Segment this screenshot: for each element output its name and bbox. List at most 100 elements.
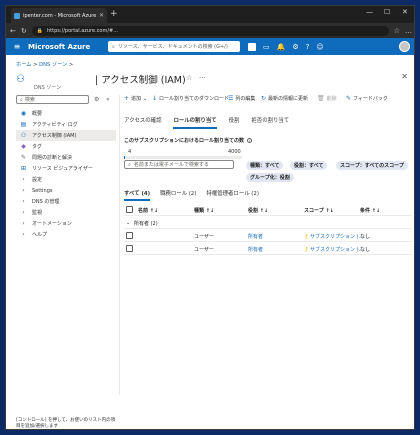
new-tab-icon[interactable]: + <box>110 9 118 19</box>
delete-button[interactable]: 🗑 削除 <box>317 95 337 102</box>
feedback-header-icon[interactable]: ☺ <box>316 43 323 51</box>
column-name[interactable]: 名前 ↑↓ <box>138 207 158 214</box>
sidebar-item-tags[interactable]: ◆ タグ <box>16 141 116 152</box>
filter-type-pill[interactable]: 種類：すべて <box>246 161 284 170</box>
cell-role-link[interactable]: 所有者 <box>248 246 263 253</box>
result-tab-job-roles[interactable]: 職務ロール (2) <box>160 189 196 201</box>
sidebar-group-automation[interactable]: › オートメーション <box>16 218 116 229</box>
key-icon: ⚷ <box>304 233 309 240</box>
avatar[interactable] <box>399 41 410 52</box>
refresh-icon: ↻ <box>261 95 267 102</box>
column-scope[interactable]: スコープ ↑↓ <box>304 207 334 214</box>
iam-icon: ⚇ <box>20 132 27 139</box>
settings-gear-icon[interactable]: ⚙ <box>94 96 99 103</box>
notifications-icon[interactable]: 🔔 <box>277 43 286 51</box>
browser-tab-title: ipenter.com - Microsoft Azure <box>23 12 96 19</box>
chevron-right-icon: › <box>22 209 25 216</box>
sidebar-item-activity-log[interactable]: ▤ アクティビティ ログ <box>16 119 116 130</box>
help-icon[interactable]: ? <box>306 43 310 51</box>
breadcrumb-home[interactable]: ホーム <box>16 62 31 68</box>
columns-icon: ☰ <box>228 95 234 102</box>
table-row[interactable]: ユーザー 所有者 ⚷ サブスクリプション (… なし <box>124 242 412 255</box>
page-subtitle: DNS ゾーン <box>34 85 62 91</box>
browser-menu-icon[interactable]: … <box>405 27 412 35</box>
table-row[interactable]: ユーザー 所有者 ⚷ サブスクリプション (… なし <box>124 229 412 242</box>
sidebar-item-visualizer[interactable]: ⊞ リソース ビジュアライザー <box>16 163 116 174</box>
global-search-placeholder: リソース、サービス、ドキュメントの検索 (G+/) <box>117 44 228 50</box>
breadcrumb: ホーム > DNS ゾーン > <box>16 62 74 68</box>
sidebar-group-help[interactable]: › ヘルプ <box>16 229 116 240</box>
tab-role-assignments[interactable]: ロールの割り当て <box>173 116 217 129</box>
iam-content: + 追加 ⌄ ↓ ロール割り当てのダウンロード ☰ 列の編集 ↻ 最新の情報に更新 🗑 削除… <box>124 95 412 395</box>
back-icon[interactable]: ← <box>10 27 16 35</box>
browser-tab[interactable]: ipenter.com - Microsoft Azure ✕ <box>11 8 107 23</box>
filter-role-pill[interactable]: 役割：すべて <box>290 161 328 170</box>
add-button[interactable]: + 追加 ⌄ <box>124 95 147 102</box>
cell-role-link[interactable]: 所有者 <box>248 233 263 240</box>
sidebar-group-dns-management[interactable]: › DNS の管理 <box>16 196 116 207</box>
chevron-right-icon: › <box>22 231 25 238</box>
minimize-icon[interactable]: — <box>366 8 373 16</box>
sidebar-group-settings-ja[interactable]: › 設定 <box>16 174 116 185</box>
sidebar-group-monitoring[interactable]: › 監視 <box>16 207 116 218</box>
menu-search-input[interactable]: ⌕ 検索 <box>16 95 89 104</box>
azure-brand[interactable]: Microsoft Azure <box>28 43 108 51</box>
blade-header: ⚇ | アクセス制御 (IAM) DNS ゾーン ☆ ··· ✕ <box>16 72 408 94</box>
portal-menu-icon[interactable]: ≡ <box>6 42 28 51</box>
settings-icon[interactable]: ⚙ <box>292 43 298 51</box>
assignment-limit-bar <box>124 156 242 159</box>
collapse-menu-icon[interactable]: « <box>106 96 110 103</box>
filter-scope-pill[interactable]: スコープ：すべてのスコープ <box>336 161 408 170</box>
close-window-icon[interactable]: ✕ <box>402 8 408 16</box>
sort-icon: ↑↓ <box>149 208 159 214</box>
url-field[interactable]: 🔒 https://portal.azure.com/#... <box>31 25 389 36</box>
close-tab-icon[interactable]: ✕ <box>99 12 104 19</box>
lock-icon: 🔒 <box>36 27 43 34</box>
row-checkbox[interactable] <box>126 232 133 239</box>
column-role[interactable]: 役割 ↑↓ <box>248 207 268 214</box>
tab-check-access[interactable]: アクセスの確認 <box>124 116 161 129</box>
iam-users-icon: ⚇ <box>16 74 25 85</box>
assignment-count: 4 <box>128 149 132 155</box>
row-checkbox[interactable] <box>126 245 133 252</box>
refresh-icon[interactable]: ↻ <box>21 27 27 35</box>
cell-scope: ⚷ サブスクリプション (… <box>304 233 364 240</box>
result-tab-all[interactable]: すべて (4) <box>124 189 151 201</box>
group-by-pill[interactable]: グループ化：役割 <box>246 173 294 182</box>
favorites-icon[interactable]: ☆ <box>394 27 400 35</box>
close-blade-icon[interactable]: ✕ <box>401 72 408 81</box>
search-icon: ⌕ <box>128 161 131 168</box>
visualizer-icon: ⊞ <box>20 165 27 172</box>
chevron-down-icon: ⌄ <box>143 95 148 102</box>
result-tab-privileged-roles[interactable]: 特権管理者ロール (2) <box>206 189 258 201</box>
column-type[interactable]: 種類 ↑↓ <box>194 207 214 214</box>
key-icon: ⚷ <box>304 246 309 253</box>
copilot-icon[interactable] <box>248 42 256 51</box>
info-icon[interactable]: i <box>247 138 253 143</box>
sidebar-group-settings[interactable]: › Settings <box>16 185 116 196</box>
maximize-icon[interactable]: ☐ <box>384 8 390 16</box>
cloud-shell-icon[interactable]: ▭ <box>263 43 270 51</box>
select-all-checkbox[interactable] <box>126 206 133 213</box>
refresh-button[interactable]: ↻ 最新の情報に更新 <box>261 95 308 102</box>
download-assignments-button[interactable]: ↓ ロール割り当てのダウンロード <box>152 95 229 102</box>
edit-columns-button[interactable]: ☰ 列の編集 <box>228 95 255 102</box>
column-condition[interactable]: 条件 ↑↓ <box>360 207 380 214</box>
breadcrumb-dns[interactable]: DNS ゾーン <box>39 62 67 68</box>
group-row-owner[interactable]: ⌄ 所有者 (2) <box>124 216 412 229</box>
sidebar-item-iam[interactable]: ⚇ アクセス制御 (IAM) <box>16 130 116 141</box>
favorite-star-icon[interactable]: ☆ <box>186 74 192 82</box>
sidebar-item-diagnose[interactable]: ✎ 問題の診断と解決 <box>16 152 116 163</box>
more-options-icon[interactable]: ··· <box>199 74 206 82</box>
sidebar-item-overview[interactable]: ◉ 概要 <box>16 108 116 119</box>
assignment-search-input[interactable]: ⌕ 名前または電子メールで検索する <box>124 160 234 169</box>
cell-type: ユーザー <box>194 234 214 240</box>
group-label: 所有者 (2) <box>134 221 158 227</box>
tab-deny-assignments[interactable]: 拒否の割り当て <box>251 116 289 129</box>
chevron-right-icon: › <box>22 198 25 205</box>
tab-roles[interactable]: 役割 <box>229 116 240 129</box>
iam-tabs: アクセスの確認 ロールの割り当て 役割 拒否の割り当て <box>124 116 289 129</box>
global-search-input[interactable]: ⌕ リソース、サービス、ドキュメントの検索 (G+/) <box>108 41 240 52</box>
chevron-down-icon[interactable]: ⌄ <box>126 220 130 226</box>
feedback-button[interactable]: ✎ フィードバック <box>346 95 388 102</box>
